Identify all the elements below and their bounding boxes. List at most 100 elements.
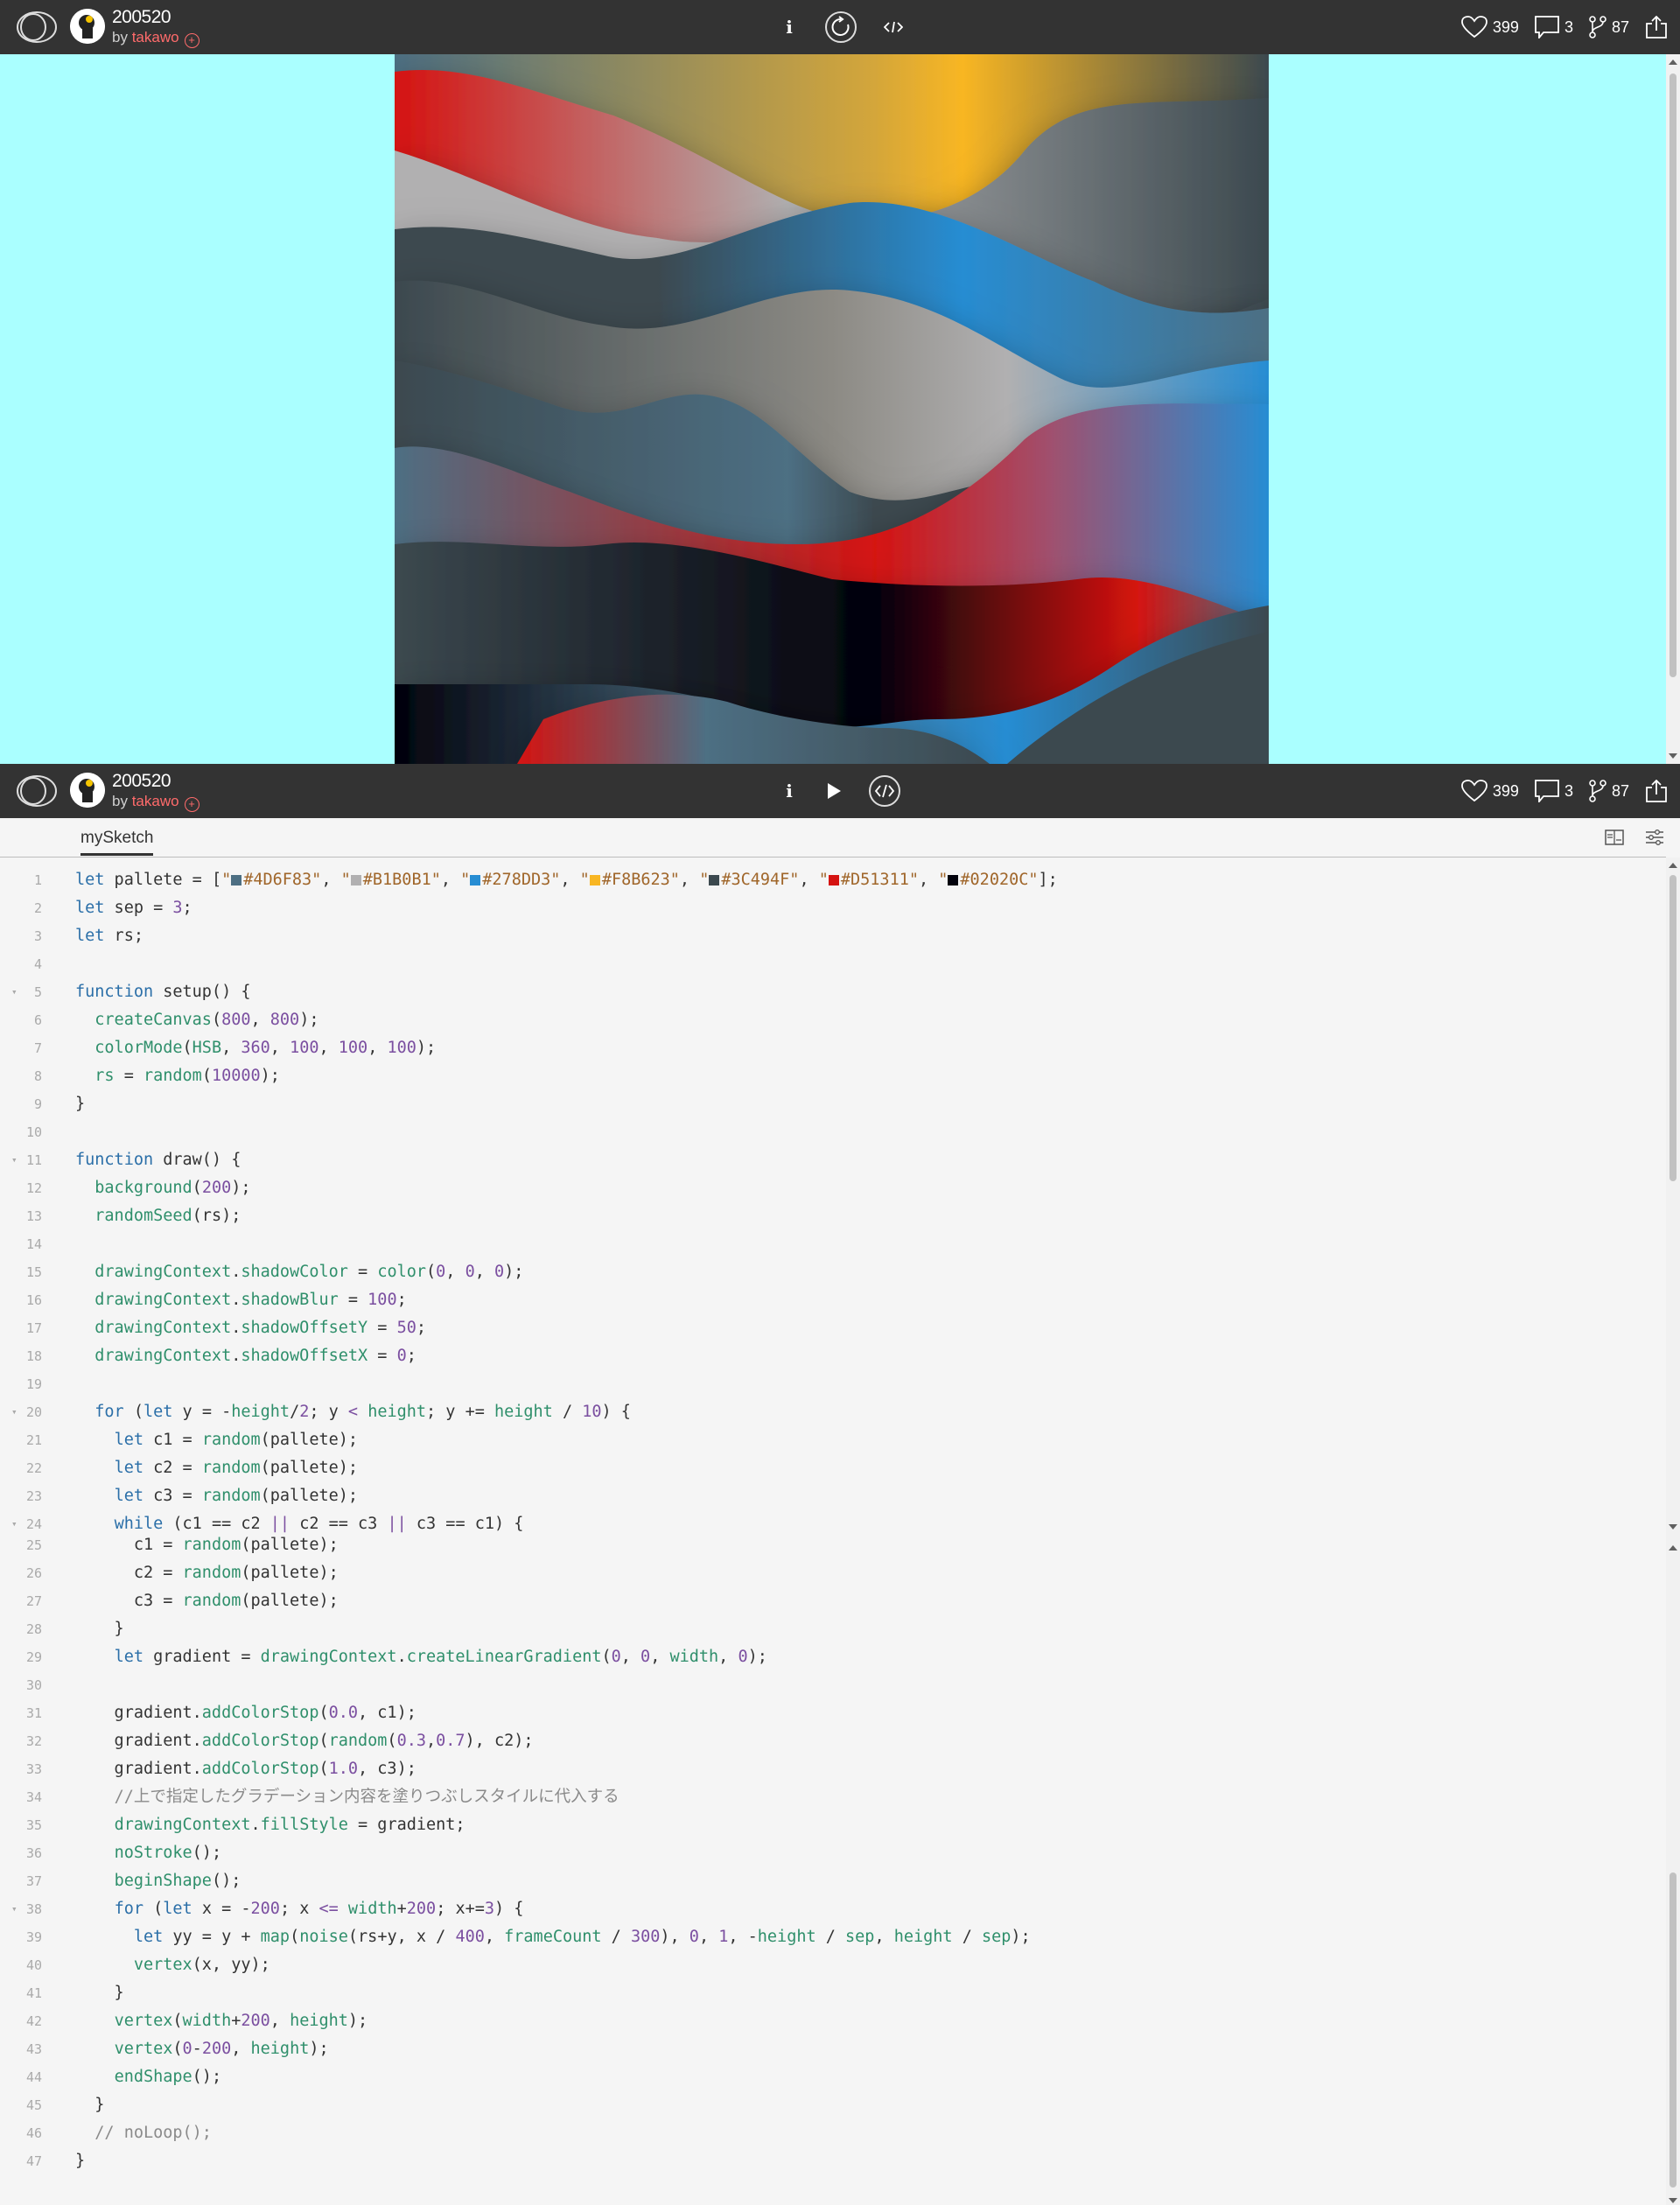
code-text[interactable]: let c1 = random(pallete);: [75, 1426, 358, 1454]
code-line[interactable]: 25 c1 = random(pallete);: [0, 1531, 1645, 1559]
code-icon[interactable]: [884, 20, 903, 34]
code-icon[interactable]: [868, 774, 901, 808]
code-line[interactable]: 12 background(200);: [0, 1174, 1645, 1202]
code-text[interactable]: rs = random(10000);: [75, 1062, 280, 1090]
code-line[interactable]: 22 let c2 = random(pallete);: [0, 1454, 1645, 1482]
code-text[interactable]: for (let x = -200; x <= width+200; x+=3)…: [75, 1895, 524, 1923]
code-line[interactable]: 14: [0, 1230, 1645, 1258]
code-text[interactable]: }: [75, 2091, 104, 2119]
code-line[interactable]: 34 //上で指定したグラデーション内容を塗りつぶしスタイルに代入する: [0, 1783, 1645, 1811]
settings-icon[interactable]: [1645, 830, 1664, 845]
code-text[interactable]: vertex(x, yy);: [75, 1951, 270, 1979]
code-text[interactable]: endShape();: [75, 2063, 222, 2091]
code-line[interactable]: 15 drawingContext.shadowColor = color(0,…: [0, 1258, 1645, 1286]
code-text[interactable]: }: [75, 1615, 124, 1643]
code-line[interactable]: 20 ▾ for (let y = -height/2; y < height; …: [0, 1398, 1645, 1426]
code-line[interactable]: 37 beginShape();: [0, 1867, 1645, 1895]
code-text[interactable]: let pallete = [" #4D6F83", " #B1B0B1", " #2…: [75, 866, 1058, 894]
code-line[interactable]: 2 let sep = 3;: [0, 894, 1645, 922]
code-line[interactable]: 8 rs = random(10000);: [0, 1062, 1645, 1090]
code-line[interactable]: 29 let gradient = drawingContext.createL…: [0, 1643, 1645, 1671]
like-button[interactable]: 399: [1461, 780, 1519, 802]
code-text[interactable]: //上で指定したグラデーション内容を塗りつぶしスタイルに代入する: [75, 1783, 620, 1811]
sketch-canvas[interactable]: [395, 54, 1269, 764]
fold-arrow-icon[interactable]: ▾: [11, 978, 18, 1006]
code-line[interactable]: 45 }: [0, 2091, 1645, 2119]
fold-arrow-icon[interactable]: ▾: [11, 1146, 18, 1174]
code-text[interactable]: drawingContext.shadowColor = color(0, 0,…: [75, 1258, 523, 1286]
code-line[interactable]: 17 drawingContext.shadowOffsetY = 50;: [0, 1314, 1645, 1342]
author-link[interactable]: takawo: [132, 29, 179, 46]
code-line[interactable]: 21 let c1 = random(pallete);: [0, 1426, 1645, 1454]
code-line[interactable]: 5 ▾ function setup() {: [0, 978, 1645, 1006]
code-line[interactable]: 11 ▾ function draw() {: [0, 1146, 1645, 1174]
code-line[interactable]: 9}: [0, 1090, 1645, 1118]
code-text[interactable]: c2 = random(pallete);: [75, 1559, 339, 1587]
code-line[interactable]: 3 let rs;: [0, 922, 1645, 950]
code-text[interactable]: let c2 = random(pallete);: [75, 1454, 358, 1482]
openprocessing-logo-icon[interactable]: [16, 10, 58, 44]
code-line[interactable]: 26 c2 = random(pallete);: [0, 1559, 1645, 1587]
code-text[interactable]: gradient.addColorStop(random(0.3,0.7), c…: [75, 1727, 534, 1755]
code-text[interactable]: gradient.addColorStop(1.0, c3);: [75, 1755, 416, 1783]
code-line[interactable]: 43 vertex(0-200, height);: [0, 2035, 1645, 2063]
code-line[interactable]: 38 ▾ for (let x = -200; x <= width+200; x…: [0, 1895, 1645, 1923]
code-line[interactable]: 18 drawingContext.shadowOffsetX = 0;: [0, 1342, 1645, 1370]
code-text[interactable]: noStroke();: [75, 1839, 222, 1867]
fold-arrow-icon[interactable]: ▾: [11, 1895, 18, 1923]
author-link[interactable]: takawo: [132, 793, 179, 809]
code-editor[interactable]: 1 let pallete = [" #4D6F83", " #B1B0B1", " #…: [0, 858, 1666, 2205]
code-line[interactable]: 27 c3 = random(pallete);: [0, 1587, 1645, 1615]
info-icon[interactable]: i: [779, 780, 800, 802]
code-text[interactable]: randomSeed(rs);: [75, 1202, 241, 1230]
code-text[interactable]: let gradient = drawingContext.createLine…: [75, 1643, 767, 1671]
code-text[interactable]: let rs;: [75, 922, 144, 950]
code-text[interactable]: beginShape();: [75, 1867, 242, 1895]
follow-plus-icon[interactable]: +: [184, 33, 200, 48]
code-line[interactable]: 41 }: [0, 1979, 1645, 2007]
code-line[interactable]: 23 let c3 = random(pallete);: [0, 1482, 1645, 1510]
code-text[interactable]: let yy = y + map(noise(rs+y, x / 400, fr…: [75, 1923, 1031, 1951]
code-text[interactable]: vertex(width+200, height);: [75, 2007, 368, 2035]
code-line[interactable]: 35 drawingContext.fillStyle = gradient;: [0, 1811, 1645, 1839]
openprocessing-logo-icon[interactable]: [16, 774, 58, 808]
fork-button[interactable]: 87: [1589, 16, 1629, 38]
code-text[interactable]: background(200);: [75, 1174, 250, 1202]
code-text[interactable]: c3 = random(pallete);: [75, 1587, 339, 1615]
tab-mysketch[interactable]: mySketch: [80, 829, 154, 856]
avatar[interactable]: [70, 773, 105, 808]
preview-scrollbar[interactable]: [1666, 54, 1680, 764]
code-line[interactable]: 31 gradient.addColorStop(0.0, c1);: [0, 1699, 1645, 1727]
code-line[interactable]: 40 vertex(x, yy);: [0, 1951, 1645, 1979]
code-text[interactable]: c1 = random(pallete);: [75, 1531, 339, 1559]
code-line[interactable]: 42 vertex(width+200, height);: [0, 2007, 1645, 2035]
code-text[interactable]: drawingContext.shadowBlur = 100;: [75, 1286, 406, 1314]
follow-plus-icon[interactable]: +: [184, 797, 200, 812]
code-text[interactable]: drawingContext.shadowOffsetY = 50;: [75, 1314, 426, 1342]
fold-arrow-icon[interactable]: ▾: [11, 1398, 18, 1426]
code-line[interactable]: 39 let yy = y + map(noise(rs+y, x / 400,…: [0, 1923, 1645, 1951]
code-text[interactable]: }: [75, 1979, 124, 2007]
code-line[interactable]: 6 createCanvas(800, 800);: [0, 1006, 1645, 1034]
code-text[interactable]: createCanvas(800, 800);: [75, 1006, 318, 1034]
comment-button[interactable]: 3: [1535, 16, 1573, 38]
code-line[interactable]: 1 let pallete = [" #4D6F83", " #B1B0B1", " #…: [0, 866, 1645, 894]
avatar[interactable]: [70, 9, 105, 44]
code-line[interactable]: 10: [0, 1118, 1645, 1146]
play-icon[interactable]: [826, 782, 842, 800]
code-line[interactable]: 33 gradient.addColorStop(1.0, c3);: [0, 1755, 1645, 1783]
comment-button[interactable]: 3: [1535, 780, 1573, 802]
code-line[interactable]: 16 drawingContext.shadowBlur = 100;: [0, 1286, 1645, 1314]
code-text[interactable]: // noLoop();: [75, 2119, 212, 2147]
code-line[interactable]: 28 }: [0, 1615, 1645, 1643]
code-line[interactable]: 19: [0, 1370, 1645, 1398]
code-line[interactable]: 7 colorMode(HSB, 360, 100, 100, 100);: [0, 1034, 1645, 1062]
code-text[interactable]: drawingContext.fillStyle = gradient;: [75, 1811, 466, 1839]
code-text[interactable]: let c3 = random(pallete);: [75, 1482, 358, 1510]
code-text[interactable]: colorMode(HSB, 360, 100, 100, 100);: [75, 1034, 436, 1062]
code-text[interactable]: function draw() {: [75, 1146, 241, 1174]
code-text[interactable]: }: [75, 1090, 85, 1118]
code-line[interactable]: 4: [0, 950, 1645, 978]
editor-scrollbar[interactable]: [1666, 858, 1680, 2205]
code-text[interactable]: let sep = 3;: [75, 894, 192, 922]
